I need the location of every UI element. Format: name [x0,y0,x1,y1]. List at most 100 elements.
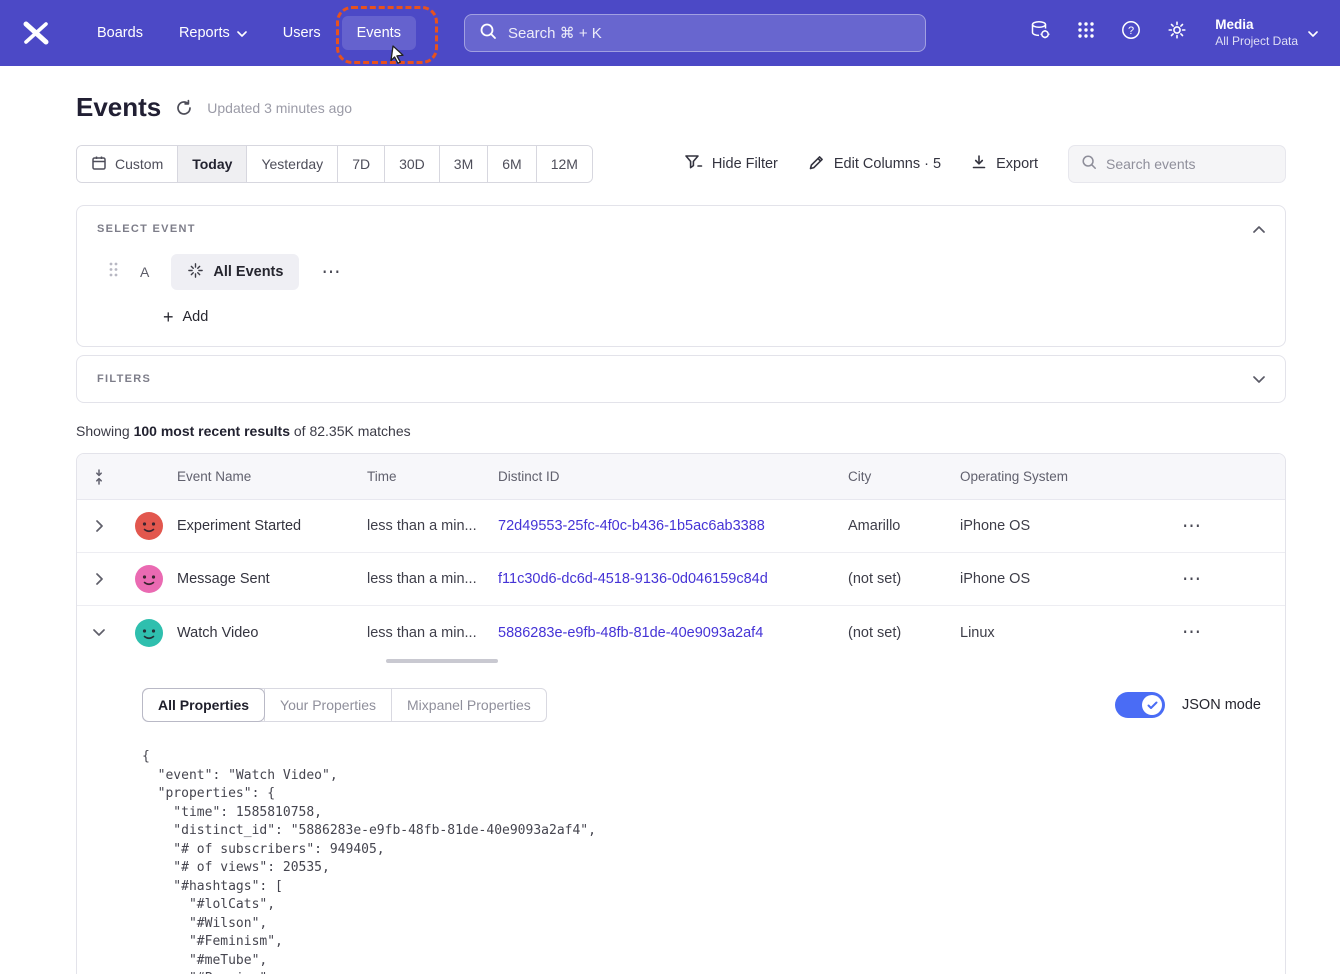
nav-item-reports[interactable]: Reports [164,16,262,50]
updated-timestamp: Updated 3 minutes ago [207,100,352,116]
distinct-id-link[interactable]: 5886283e-e9fb-48fb-81de-40e9093a2af4 [498,625,848,641]
date-range-6m[interactable]: 6M [487,146,535,182]
date-range-label: Custom [115,156,163,172]
summary-highlight: 100 most recent results [134,423,290,439]
distinct-id-link[interactable]: 72d49553-25fc-4f0c-b436-1b5ac6ab3388 [498,518,848,534]
row-avatar [135,619,163,647]
drag-handle-icon[interactable] [109,262,118,282]
event-name-cell: Experiment Started [177,518,367,534]
date-range-label: 7D [352,156,370,172]
main-content: Events Updated 3 minutes ago Custom Toda… [76,92,1286,974]
toggle-knob [1142,695,1162,715]
date-range-12m[interactable]: 12M [536,146,592,182]
hide-filter-label: Hide Filter [712,156,778,172]
hide-filter-button[interactable]: Hide Filter [684,154,778,174]
apps-grid-button[interactable] [1077,21,1095,44]
collapse-all-button[interactable] [87,463,111,491]
date-range-custom[interactable]: Custom [77,146,177,182]
column-header-os[interactable]: Operating System [960,469,1097,484]
chevron-down-icon[interactable] [1308,24,1318,42]
date-range-label: Today [192,156,232,172]
nav-item-events[interactable]: Events [342,16,416,50]
date-range-label: 30D [399,156,425,172]
tab-label: All Properties [158,697,249,713]
row-avatar [135,565,163,593]
tab-label: Your Properties [280,697,376,713]
nav-item-label: Users [283,25,321,41]
selected-event-label: All Events [213,264,283,280]
date-range-label: 3M [454,156,473,172]
export-button[interactable]: Export [971,154,1038,174]
event-row-letter: A [140,264,149,280]
city-cell: (not set) [848,625,960,641]
project-switcher[interactable]: Media All Project Data [1215,16,1298,49]
expand-row-button[interactable] [90,567,109,591]
properties-tabs: All Properties Your Properties Mixpanel … [142,688,547,722]
refresh-button[interactable] [175,99,193,117]
all-events-selector[interactable]: All Events [171,254,299,290]
horizontal-scrollbar [77,659,1285,664]
global-search-input[interactable]: Search ⌘ + K [464,14,926,52]
edit-columns-button[interactable]: Edit Columns · 5 [808,154,941,175]
city-cell: Amarillo [848,518,960,534]
nav-item-users[interactable]: Users [268,16,336,50]
row-avatar [135,512,163,540]
navbar-right: ? Media All Project Data [1029,16,1318,49]
column-header-city[interactable]: City [848,469,960,484]
search-events-input[interactable] [1106,156,1273,172]
date-range-today[interactable]: Today [177,146,246,182]
top-navbar: Boards Reports Users Events Search ⌘ + K [0,0,1340,66]
distinct-id-link[interactable]: f11c30d6-dc6d-4518-9136-0d046159c84d [498,571,848,587]
data-management-button[interactable] [1029,19,1051,46]
search-events-box [1068,145,1286,183]
edit-columns-label: Edit Columns · 5 [834,156,941,172]
gear-icon [1167,20,1187,45]
help-icon: ? [1121,20,1141,45]
primary-nav: Boards Reports Users Events [82,16,416,50]
json-mode-toggle[interactable] [1115,692,1165,718]
mixpanel-logo[interactable] [22,20,52,46]
tab-mixpanel-properties[interactable]: Mixpanel Properties [391,689,546,721]
project-name: Media [1215,16,1298,34]
collapse-row-button[interactable] [87,623,111,642]
grid-icon [1077,21,1095,44]
help-button[interactable]: ? [1121,20,1141,45]
nav-item-label: Reports [179,25,230,41]
tab-all-properties[interactable]: All Properties [143,689,264,721]
filters-header: FILTERS [77,356,1285,402]
collapse-section-button[interactable] [1253,226,1265,233]
settings-button[interactable] [1167,20,1187,45]
nav-item-boards[interactable]: Boards [82,16,158,50]
global-search-placeholder: Search ⌘ + K [508,24,602,42]
column-header-distinct-id[interactable]: Distinct ID [498,469,848,484]
os-cell: Linux [960,625,1097,641]
date-range-7d[interactable]: 7D [337,146,384,182]
expand-section-button[interactable] [1253,376,1265,383]
sparkle-icon [187,262,204,283]
event-options-button[interactable]: ⋯ [321,263,341,282]
add-event-label: Add [183,309,209,325]
date-range-3m[interactable]: 3M [439,146,487,182]
row-actions-button[interactable]: ⋯ [1182,570,1202,589]
table-row-expanded: Watch Video less than a min... 5886283e-… [77,606,1285,659]
row-actions-button[interactable]: ⋯ [1182,517,1202,536]
date-range-yesterday[interactable]: Yesterday [246,146,337,182]
column-header-event-name[interactable]: Event Name [177,469,367,484]
row-actions-button[interactable]: ⋯ [1182,623,1202,642]
os-cell: iPhone OS [960,571,1097,587]
expand-row-button[interactable] [90,514,109,538]
event-selector-row: A All Events ⋯ [77,252,1285,290]
filters-title: FILTERS [97,373,151,385]
summary-suffix: of 82.35K matches [290,423,411,439]
json-line: "#Puppies" [142,970,1261,974]
event-name-cell: Message Sent [177,571,367,587]
date-range-30d[interactable]: 30D [384,146,439,182]
pencil-icon [808,154,825,175]
page-title: Events [76,92,161,123]
scrollbar-thumb[interactable] [386,659,498,663]
add-event-button[interactable]: + Add [163,308,208,326]
search-icon [1081,154,1097,175]
tab-your-properties[interactable]: Your Properties [264,689,391,721]
results-summary: Showing 100 most recent results of 82.35… [76,423,1286,439]
column-header-time[interactable]: Time [367,469,498,484]
